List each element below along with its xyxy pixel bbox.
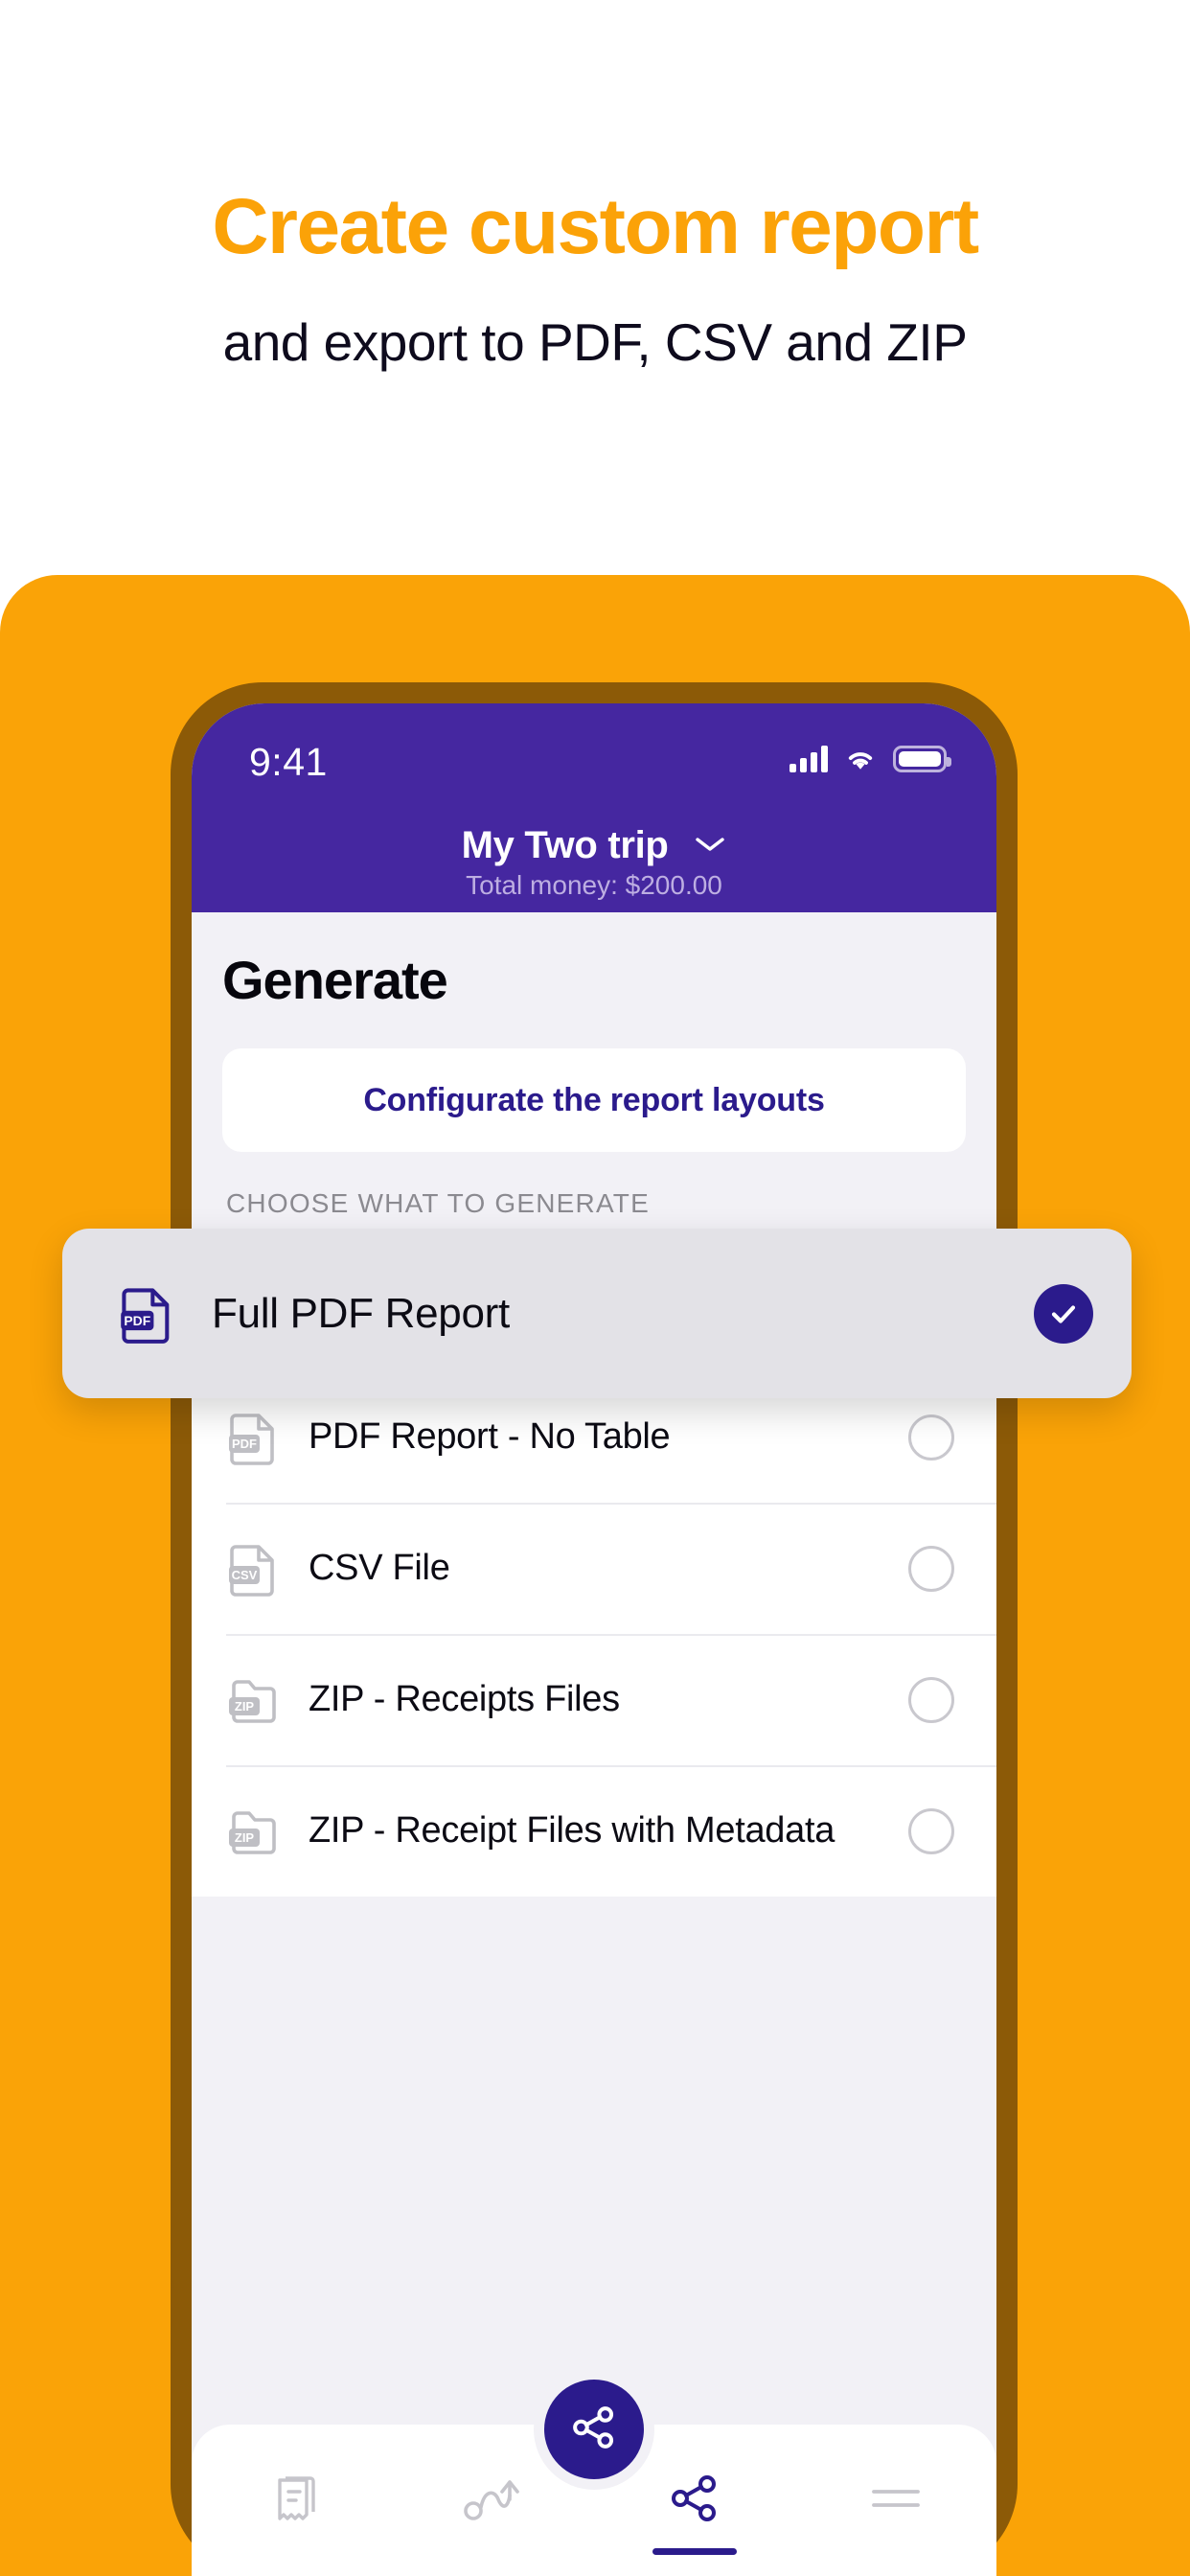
- option-radio[interactable]: [908, 1807, 954, 1854]
- svg-text:CSV: CSV: [232, 1568, 258, 1582]
- status-bar: 9:41: [192, 703, 996, 816]
- option-radio[interactable]: [908, 1676, 954, 1723]
- promo-subtitle: and export to PDF, CSV and ZIP: [222, 312, 968, 372]
- selected-option-card[interactable]: PDF Full PDF Report: [62, 1229, 1132, 1398]
- svg-text:ZIP: ZIP: [235, 1830, 255, 1845]
- chevron-down-icon[interactable]: [694, 820, 726, 863]
- share-fab-wrapper: [534, 2369, 654, 2490]
- list-item[interactable]: ZIP ZIP - Receipts Files: [192, 1634, 996, 1765]
- csv-file-icon: CSV: [226, 1541, 282, 1597]
- menu-tab[interactable]: [795, 2425, 996, 2576]
- option-radio[interactable]: [908, 1414, 954, 1460]
- app-header: My Two trip Total money: $200.00: [192, 816, 996, 912]
- share-fab-button[interactable]: [544, 2380, 644, 2479]
- list-item[interactable]: ZIP ZIP - Receipt Files with Metadata: [192, 1765, 996, 1897]
- trip-selector[interactable]: My Two trip: [192, 820, 996, 867]
- receipt-icon: [263, 2469, 322, 2533]
- option-label: ZIP - Receipt Files with Metadata: [309, 1810, 835, 1851]
- svg-text:ZIP: ZIP: [235, 1699, 255, 1714]
- page-title: Generate: [222, 950, 448, 1010]
- zip-folder-icon: ZIP: [226, 1672, 282, 1728]
- generate-screen: Generate Configurate the report layouts …: [192, 912, 996, 2576]
- wifi-icon: [843, 746, 878, 772]
- share-icon: [567, 2401, 621, 2459]
- option-label: PDF Report - No Table: [309, 1416, 671, 1457]
- pdf-file-icon: PDF: [226, 1410, 282, 1465]
- hamburger-menu-icon: [866, 2479, 926, 2522]
- selected-option-label: Full PDF Report: [212, 1289, 510, 1337]
- section-label-choose-what-to-generate: CHOOSE WHAT TO GENERATE: [226, 1188, 650, 1218]
- share-icon: [665, 2469, 724, 2533]
- receipts-tab[interactable]: [192, 2425, 393, 2576]
- zip-folder-icon: ZIP: [226, 1804, 282, 1859]
- route-arrow-icon: [460, 2471, 527, 2531]
- status-bar-icons: [790, 746, 951, 772]
- content-filler: [192, 1897, 996, 2079]
- svg-text:PDF: PDF: [124, 1312, 150, 1327]
- trip-title-label: My Two trip: [461, 824, 669, 866]
- bottom-navigation-bar: [192, 2369, 996, 2576]
- configure-report-layouts-button[interactable]: Configurate the report layouts: [222, 1048, 966, 1152]
- option-label: ZIP - Receipts Files: [309, 1679, 620, 1719]
- svg-text:PDF: PDF: [232, 1437, 257, 1451]
- pdf-file-icon: PDF: [118, 1284, 177, 1344]
- list-item[interactable]: CSV CSV File: [192, 1503, 996, 1634]
- cellular-signal-icon: [790, 746, 828, 772]
- option-label: CSV File: [309, 1548, 450, 1588]
- promo-header: Create custom report and export to PDF, …: [0, 0, 1190, 575]
- battery-icon: [893, 746, 951, 772]
- phone-mockup-frame: 9:41 My Two trip Total money: $200.00 Ge…: [171, 682, 1018, 2576]
- phone-screen: 9:41 My Two trip Total money: $200.00 Ge…: [192, 703, 996, 2576]
- status-bar-time: 9:41: [249, 740, 328, 784]
- promo-title: Create custom report: [212, 183, 979, 270]
- trip-total-money: Total money: $200.00: [466, 870, 722, 900]
- option-radio[interactable]: [908, 1545, 954, 1592]
- configure-button-label: Configurate the report layouts: [363, 1081, 825, 1118]
- check-icon[interactable]: [1034, 1283, 1093, 1344]
- active-tab-indicator: [652, 2548, 737, 2555]
